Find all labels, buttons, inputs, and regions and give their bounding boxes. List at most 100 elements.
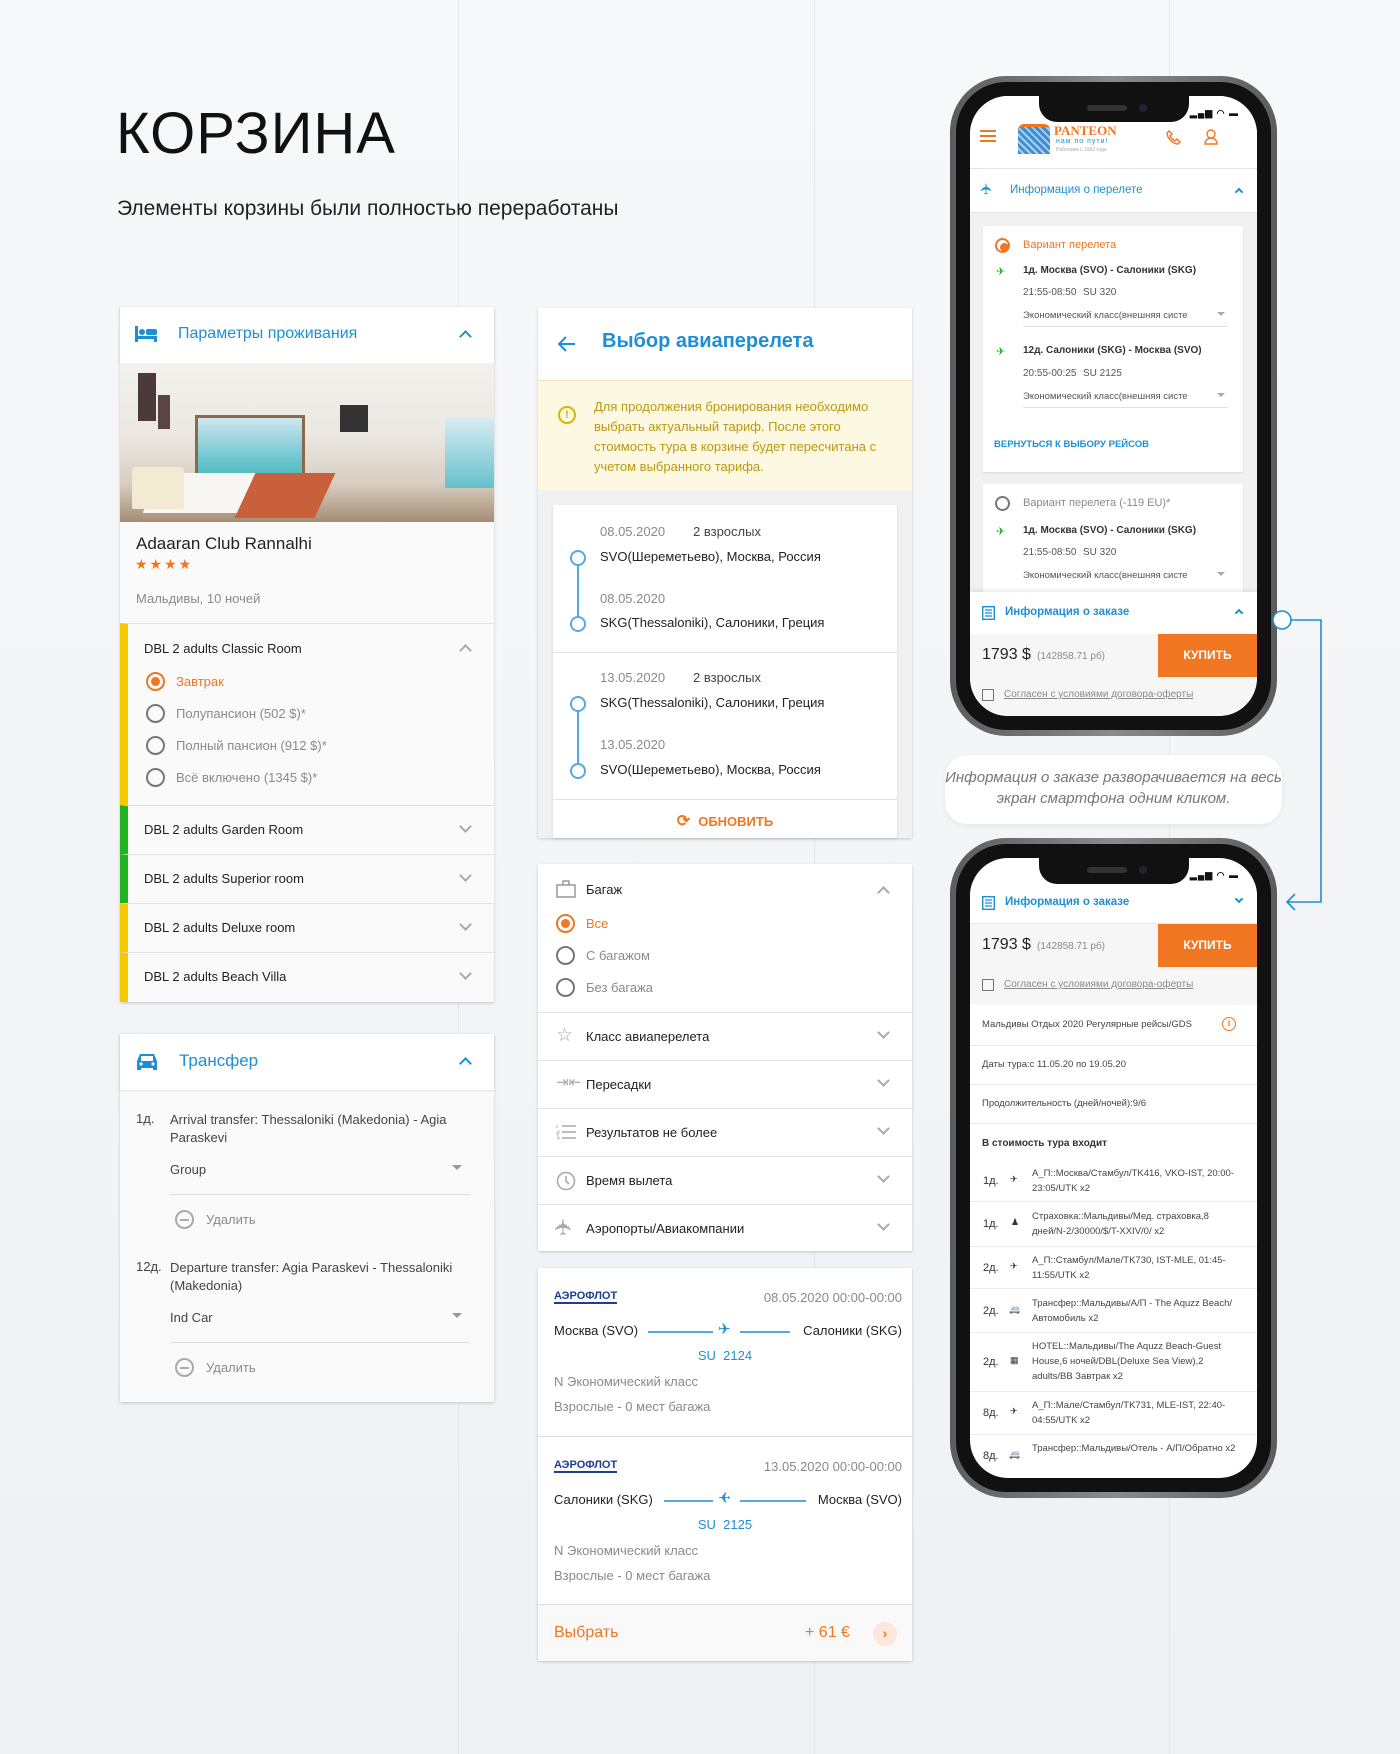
filter-baggage-label[interactable]: Багаж [586, 882, 622, 897]
chevron-down-icon[interactable] [877, 1074, 890, 1087]
checkbox[interactable] [982, 689, 994, 701]
room-beach-villa[interactable]: DBL 2 adults Beach Villa [120, 952, 494, 1002]
order-info-header[interactable]: Информация о заказе [970, 592, 1257, 634]
chevron-up-icon[interactable] [459, 644, 472, 657]
chevron-down-icon[interactable] [877, 1170, 890, 1183]
item-text: Трансфер::Мальдивы/Отель - А/П/Обратно x… [1032, 1443, 1236, 1454]
flight-result[interactable]: АЭРОФЛОТ 13.05.2020 00:00-00:00 Салоники… [538, 1436, 912, 1604]
room-garden[interactable]: DBL 2 adults Garden Room [120, 805, 494, 854]
transfer-header[interactable]: Трансфер [120, 1034, 494, 1090]
room-superior[interactable]: DBL 2 adults Superior room [120, 854, 494, 903]
filter-departure-time[interactable]: Время вылета [538, 1156, 912, 1204]
hotel-icon: ▦ [1010, 1355, 1019, 1365]
agree-link[interactable]: Согласен с условиями договора-оферты [1004, 689, 1193, 700]
chevron-right-icon[interactable]: › [873, 1622, 897, 1646]
class-select[interactable]: Экономический класс(внешняя систе [1023, 569, 1228, 587]
item-text: А_П::Стамбул/Мале/TK730, IST-MLE, 01:45-… [1032, 1255, 1226, 1281]
price-rub: (142858.71 рб) [1037, 651, 1105, 662]
chevron-up-icon[interactable] [877, 886, 890, 899]
flight-baggage: Взрослые - 0 мест багажа [554, 1399, 711, 1414]
filter-class[interactable]: ☆ Класс авиаперелета [538, 1012, 912, 1060]
route-card: 08.05.2020 2 взрослых SVO(Шереметьево), … [553, 505, 897, 838]
class-select[interactable]: Экономический класс(внешняя систе [1023, 390, 1228, 408]
radio[interactable] [146, 768, 165, 787]
transfer-type-select[interactable]: Ind Car [170, 1309, 470, 1343]
accommodation-header[interactable]: Параметры проживания [120, 307, 494, 363]
flight-select-title: Выбор авиаперелета [602, 330, 814, 352]
variant-label: Вариант перелета (-119 EU)* [1023, 497, 1171, 509]
menu-icon[interactable] [980, 130, 996, 142]
radio-selected[interactable] [995, 238, 1010, 253]
radio-selected[interactable] [146, 672, 165, 691]
flight-from: Салоники (SKG) [554, 1492, 653, 1507]
flight-result[interactable]: АЭРОФЛОТ 08.05.2020 00:00-00:00 Москва (… [538, 1268, 912, 1436]
chevron-up-icon[interactable] [1234, 187, 1244, 197]
price-row: 1793 $ (142858.71 рб) КУПИТЬ [970, 634, 1257, 677]
transfer-type-select[interactable]: Group [170, 1161, 470, 1195]
radio[interactable] [146, 736, 165, 755]
phone-icon[interactable] [1166, 130, 1181, 145]
chevron-down-icon[interactable] [1234, 894, 1244, 904]
airplane-icon: ✈ [718, 1490, 731, 1507]
chevron-down-icon[interactable] [459, 820, 472, 833]
dropdown-arrow-icon [1217, 393, 1225, 401]
chevron-up-icon[interactable] [1234, 608, 1244, 618]
numbered-list-icon [556, 1125, 576, 1140]
agree-link[interactable]: Согласен с условиями договора-оферты [1004, 979, 1193, 990]
flight-datetime: 08.05.2020 00:00-00:00 [763, 1290, 902, 1305]
back-arrow-icon[interactable] [558, 336, 576, 352]
flight-variant-card[interactable]: Вариант перелета (-119 EU)* ✈ 1д. Москва… [983, 484, 1243, 604]
buy-button[interactable]: КУПИТЬ [1158, 924, 1257, 967]
chevron-down-icon[interactable] [459, 918, 472, 931]
phone-mockup-flight: ▂▄▆ ◠ ▬ PANTEON нам по пути! Работаем с … [950, 76, 1277, 736]
room-name[interactable]: DBL 2 adults Classic Room [144, 641, 302, 656]
dates-row: Даты тура:с 11.05.20 по 19.05.20 [970, 1046, 1257, 1085]
chevron-up-icon[interactable] [459, 1057, 472, 1070]
filter-transfers[interactable]: ⇥⇤ Пересадки [538, 1060, 912, 1108]
transfer-day: 1д. [136, 1111, 155, 1126]
flight-select-header: Выбор авиаперелета [538, 308, 912, 380]
back-to-flights-link[interactable]: ВЕРНУТЬСЯ К ВЫБОРУ РЕЙСОВ [994, 439, 1149, 450]
order-info-header[interactable]: Информация о заказе [970, 882, 1257, 924]
chevron-down-icon[interactable] [459, 869, 472, 882]
warning-text: Для продолжения бронирования необходимо … [594, 399, 877, 474]
insurance-icon: ♟ [1011, 1217, 1020, 1227]
radio[interactable] [556, 978, 575, 997]
radio[interactable] [556, 946, 575, 965]
class-select[interactable]: Экономический класс(внешняя систе [1023, 309, 1228, 327]
info-icon[interactable]: i [1222, 1017, 1236, 1031]
flight-info-header[interactable]: ✈ Информация о перелете [970, 169, 1257, 213]
transfer-title: Arrival transfer: Thessaloniki (Makedoni… [170, 1112, 447, 1145]
leg-time: 21:55-08:50 [1023, 287, 1077, 298]
meal-label: Полный пансион (912 $)* [176, 738, 327, 753]
bed-icon [135, 326, 157, 342]
timeline-node [570, 616, 586, 632]
chevron-up-icon[interactable] [459, 330, 472, 343]
chevron-down-icon[interactable] [877, 1122, 890, 1135]
refresh-button[interactable]: ⟳ ОБНОВИТЬ [553, 799, 897, 838]
radio[interactable] [995, 496, 1010, 511]
airplane-icon: ✈ [718, 1321, 731, 1338]
radio[interactable] [146, 704, 165, 723]
filter-airports[interactable]: ✈ Аэропорты/Авиакомпании [538, 1204, 912, 1251]
chevron-down-icon[interactable] [877, 1026, 890, 1039]
agree-checkbox-row[interactable]: Согласен с условиями договора-оферты [970, 967, 1257, 1005]
item-text: Страховка::Мальдивы/Мед. страховка,8 дне… [1032, 1211, 1209, 1237]
room-deluxe[interactable]: DBL 2 adults Deluxe room [120, 903, 494, 952]
buy-button[interactable]: КУПИТЬ [1158, 634, 1257, 677]
select-flight-button[interactable]: Выбрать + 61 € › [538, 1604, 912, 1661]
included-item: 2д. ✈ А_П::Стамбул/Мале/TK730, IST-MLE, 01… [970, 1247, 1257, 1289]
user-icon[interactable] [1204, 129, 1218, 145]
route-to: SKG(Thessaloniki), Салоники, Греция [600, 615, 825, 630]
tour-name: Мальдивы Отдых 2020 Регулярные рейсы/GDS [982, 1019, 1192, 1030]
chevron-down-icon[interactable] [877, 1218, 890, 1231]
panteon-logo: PANTEON нам по пути! Работаем с 1992 год… [1018, 120, 1133, 156]
filter-results-limit[interactable]: Результатов не более [538, 1108, 912, 1156]
flight-variant-card[interactable]: .radio.sm::after{left:2px;top:2px;width:… [983, 226, 1243, 472]
radio-selected[interactable] [556, 914, 575, 933]
leg-title: 1д. Москва (SVO) - Салоники (SKG) [1023, 525, 1197, 536]
chevron-down-icon[interactable] [459, 967, 472, 980]
flight-info-title: Информация о перелете [1010, 184, 1143, 196]
item-text: А_П::Москва/Стамбул/TK416, VKO-IST, 20:0… [1032, 1168, 1235, 1194]
checkbox[interactable] [982, 979, 994, 991]
